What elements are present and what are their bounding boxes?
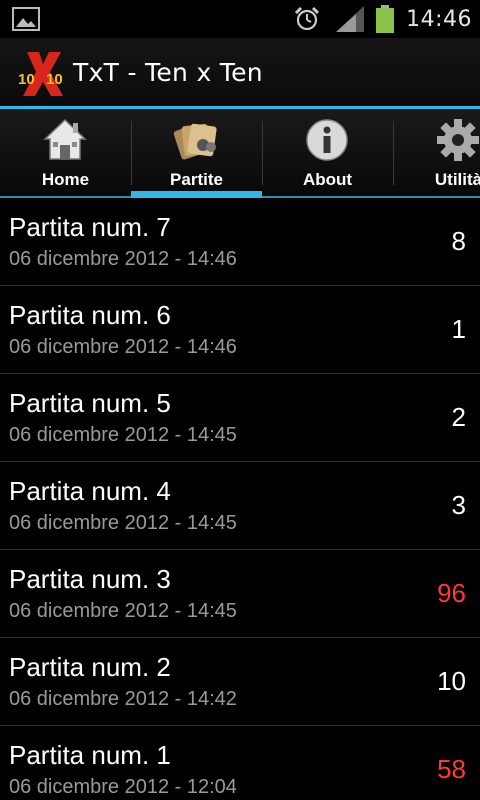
cards-icon [173, 123, 217, 160]
tab-home[interactable]: Home [0, 109, 131, 198]
game-date: 06 dicembre 2012 - 14:45 [9, 512, 237, 534]
list-item[interactable]: Partita num. 1 06 dicembre 2012 - 12:04 … [0, 726, 480, 800]
image-icon [12, 7, 40, 31]
signal-icon [336, 6, 365, 32]
tab-partite[interactable]: Partite [131, 109, 262, 198]
tab-selected-indicator [131, 191, 262, 198]
list-item[interactable]: Partita num. 5 06 dicembre 2012 - 14:45 … [0, 374, 480, 462]
logo-number-left: 10 [18, 71, 35, 88]
tab-utilita[interactable]: Utilità [393, 109, 480, 198]
alarm-icon [295, 6, 320, 31]
list-item[interactable]: Partita num. 4 06 dicembre 2012 - 14:45 … [0, 462, 480, 550]
app-title: TxT - Ten x Ten [73, 58, 263, 87]
game-name: Partita num. 5 [9, 388, 171, 418]
game-list: Partita num. 7 06 dicembre 2012 - 14:46 … [0, 198, 480, 800]
game-name: Partita num. 1 [9, 740, 171, 770]
list-item[interactable]: Partita num. 7 06 dicembre 2012 - 14:46 … [0, 198, 480, 286]
game-name: Partita num. 7 [9, 212, 171, 242]
action-bar: 10 10 TxT - Ten x Ten [0, 38, 480, 108]
info-icon [306, 119, 348, 161]
gear-icon [437, 119, 479, 161]
game-score: 58 [437, 754, 466, 784]
game-date: 06 dicembre 2012 - 14:45 [9, 600, 237, 622]
game-date: 06 dicembre 2012 - 14:46 [9, 248, 237, 270]
game-name: Partita num. 4 [9, 476, 171, 506]
game-date: 06 dicembre 2012 - 12:04 [9, 776, 237, 798]
game-score: 1 [451, 314, 466, 344]
battery-icon [376, 5, 395, 33]
tab-about-label: About [302, 170, 353, 189]
game-score: 10 [437, 666, 466, 696]
tab-partite-label: Partite [170, 170, 223, 189]
game-score: 3 [451, 490, 466, 520]
tab-bar: Home Partite About Utilità [0, 109, 480, 198]
tab-utilita-label: Utilità [434, 170, 480, 189]
game-score: 8 [451, 226, 466, 256]
house-icon [43, 118, 87, 160]
game-name: Partita num. 3 [9, 564, 171, 594]
clock: 14:46 [406, 6, 472, 32]
list-item[interactable]: Partita num. 2 06 dicembre 2012 - 14:42 … [0, 638, 480, 726]
list-item[interactable]: Partita num. 3 06 dicembre 2012 - 14:45 … [0, 550, 480, 638]
game-date: 06 dicembre 2012 - 14:46 [9, 336, 237, 358]
game-date: 06 dicembre 2012 - 14:45 [9, 424, 237, 446]
game-score: 2 [451, 402, 466, 432]
tab-about[interactable]: About [262, 109, 393, 198]
status-bar: 14:46 [0, 0, 480, 38]
game-score: 96 [437, 578, 466, 608]
game-name: Partita num. 2 [9, 652, 171, 682]
logo-number-right: 10 [46, 71, 63, 88]
game-date: 06 dicembre 2012 - 14:42 [9, 688, 237, 710]
game-name: Partita num. 6 [9, 300, 171, 330]
tab-home-label: Home [41, 170, 90, 189]
app-logo: 10 10 [18, 52, 63, 96]
list-item[interactable]: Partita num. 6 06 dicembre 2012 - 14:46 … [0, 286, 480, 374]
